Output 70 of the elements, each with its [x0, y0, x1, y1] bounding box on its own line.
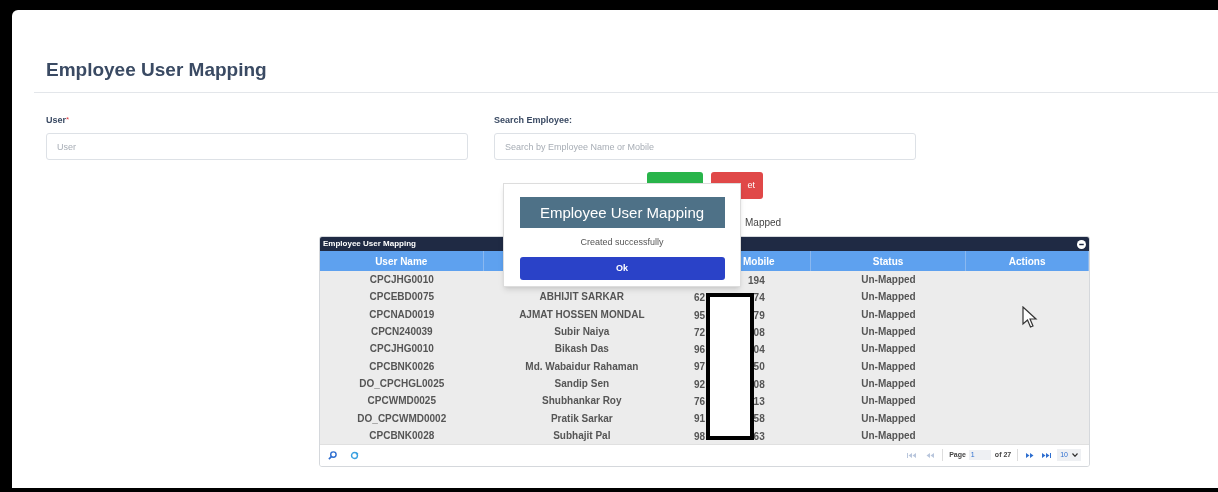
next-page-icon[interactable] — [1026, 452, 1035, 458]
table-cell-text: Un-Mapped — [861, 359, 916, 374]
table-cell-text: Un-Mapped — [861, 428, 916, 443]
table-cell-text: 72 — [694, 325, 706, 340]
page-title: Employee User Mapping — [46, 58, 268, 82]
table-cell-text: Subhajit Pal — [553, 428, 611, 443]
table-cell-text: Sandip Sen — [554, 376, 610, 391]
table-cell-text: Pratik Sarkar — [550, 411, 613, 426]
caret-icon — [1072, 453, 1078, 458]
table-cell-text: AJMAT HOSSEN MONDAL — [519, 307, 645, 322]
field-label: User — [46, 114, 66, 128]
grid-caption: Employee User Mapping — [323, 238, 416, 250]
table-cell-text: 98 — [694, 429, 706, 444]
table-cell-text: 08 — [753, 325, 765, 340]
table-cell-text: 50 — [753, 360, 765, 375]
input-field[interactable]: User — [46, 133, 468, 160]
column-header: Mobile — [742, 254, 775, 269]
table-cell-text: Un-Mapped — [861, 273, 916, 288]
table-cell-text: Un-Mapped — [861, 411, 916, 426]
search-icon[interactable] — [328, 450, 337, 460]
table-cell-text: 13 — [753, 395, 765, 410]
table-cell-text: 58 — [753, 412, 765, 427]
table-cell-text: 74 — [753, 291, 765, 306]
table-cell-text: CPCBNK0028 — [369, 428, 435, 443]
table-cell-text: DO_CPCWMD0002 — [357, 411, 447, 426]
table-cell-text: CPCWMD0025 — [367, 394, 436, 409]
table-cell-text: CPCBNK0026 — [369, 359, 435, 374]
column-header: User Name — [375, 254, 428, 269]
required-mark: * — [66, 114, 70, 126]
table-cell-text: CPCJHG0010 — [369, 342, 434, 357]
table-cell-text: Un-Mapped — [861, 394, 916, 409]
table-cell-text: DO_CPCHGL0025 — [359, 376, 445, 391]
table-cell-text: Bikash Das — [554, 342, 609, 357]
table-cell-text: 95 — [694, 308, 706, 323]
ok-button[interactable]: Ok — [519, 257, 725, 280]
collapse-icon[interactable] — [1077, 239, 1086, 249]
table-cell-text: 79 — [753, 308, 765, 323]
table-cell-text: 96 — [694, 343, 706, 358]
table-cell-text: CPCNAD0019 — [369, 307, 435, 322]
table-cell-text: 76 — [694, 395, 706, 410]
table-cell-text: CPCEBD0075 — [369, 290, 435, 305]
column-header: Actions — [1008, 254, 1046, 269]
field-label: Search Employee: — [494, 114, 573, 128]
table-cell-text: Subir Naiya — [554, 325, 610, 340]
table-cell-text: 04 — [753, 343, 765, 358]
table-cell-text: Un-Mapped — [861, 290, 916, 305]
input-field[interactable]: Search by Employee Name or Mobile — [494, 133, 916, 160]
cursor-icon — [1022, 306, 1040, 328]
last-page-icon[interactable] — [1042, 452, 1052, 458]
table-cell-text: 63 — [753, 429, 765, 444]
table-cell-text: Un-Mapped — [861, 342, 916, 357]
table-cell-text: 194 — [748, 274, 765, 288]
table-cell-text: 08 — [753, 377, 765, 392]
refresh-icon[interactable] — [350, 450, 359, 460]
dialog-title: Employee User Mapping — [519, 197, 725, 228]
dialog-message: Created successfully — [580, 236, 664, 249]
table-cell-text: Shubhankar Roy — [542, 394, 622, 409]
radio-label: Mapped — [745, 217, 782, 228]
table-cell-text: Un-Mapped — [861, 325, 916, 340]
table-cell-text: 92 — [694, 377, 706, 392]
table-cell-text: 97 — [694, 360, 706, 375]
table-cell-text: 91 — [694, 412, 706, 427]
table-cell-text: CPCN240039 — [370, 325, 433, 340]
table-cell-text: Un-Mapped — [861, 376, 916, 391]
table-cell-text: 62 — [694, 291, 706, 306]
table-cell-text: Un-Mapped — [861, 307, 916, 322]
table-cell-text: ABHIJIT SARKAR — [539, 290, 625, 305]
column-header: Status — [872, 254, 904, 269]
table-cell-text: CPCJHG0010 — [369, 273, 434, 288]
table-cell-text: Md. Wabaidur Rahaman — [525, 359, 639, 374]
